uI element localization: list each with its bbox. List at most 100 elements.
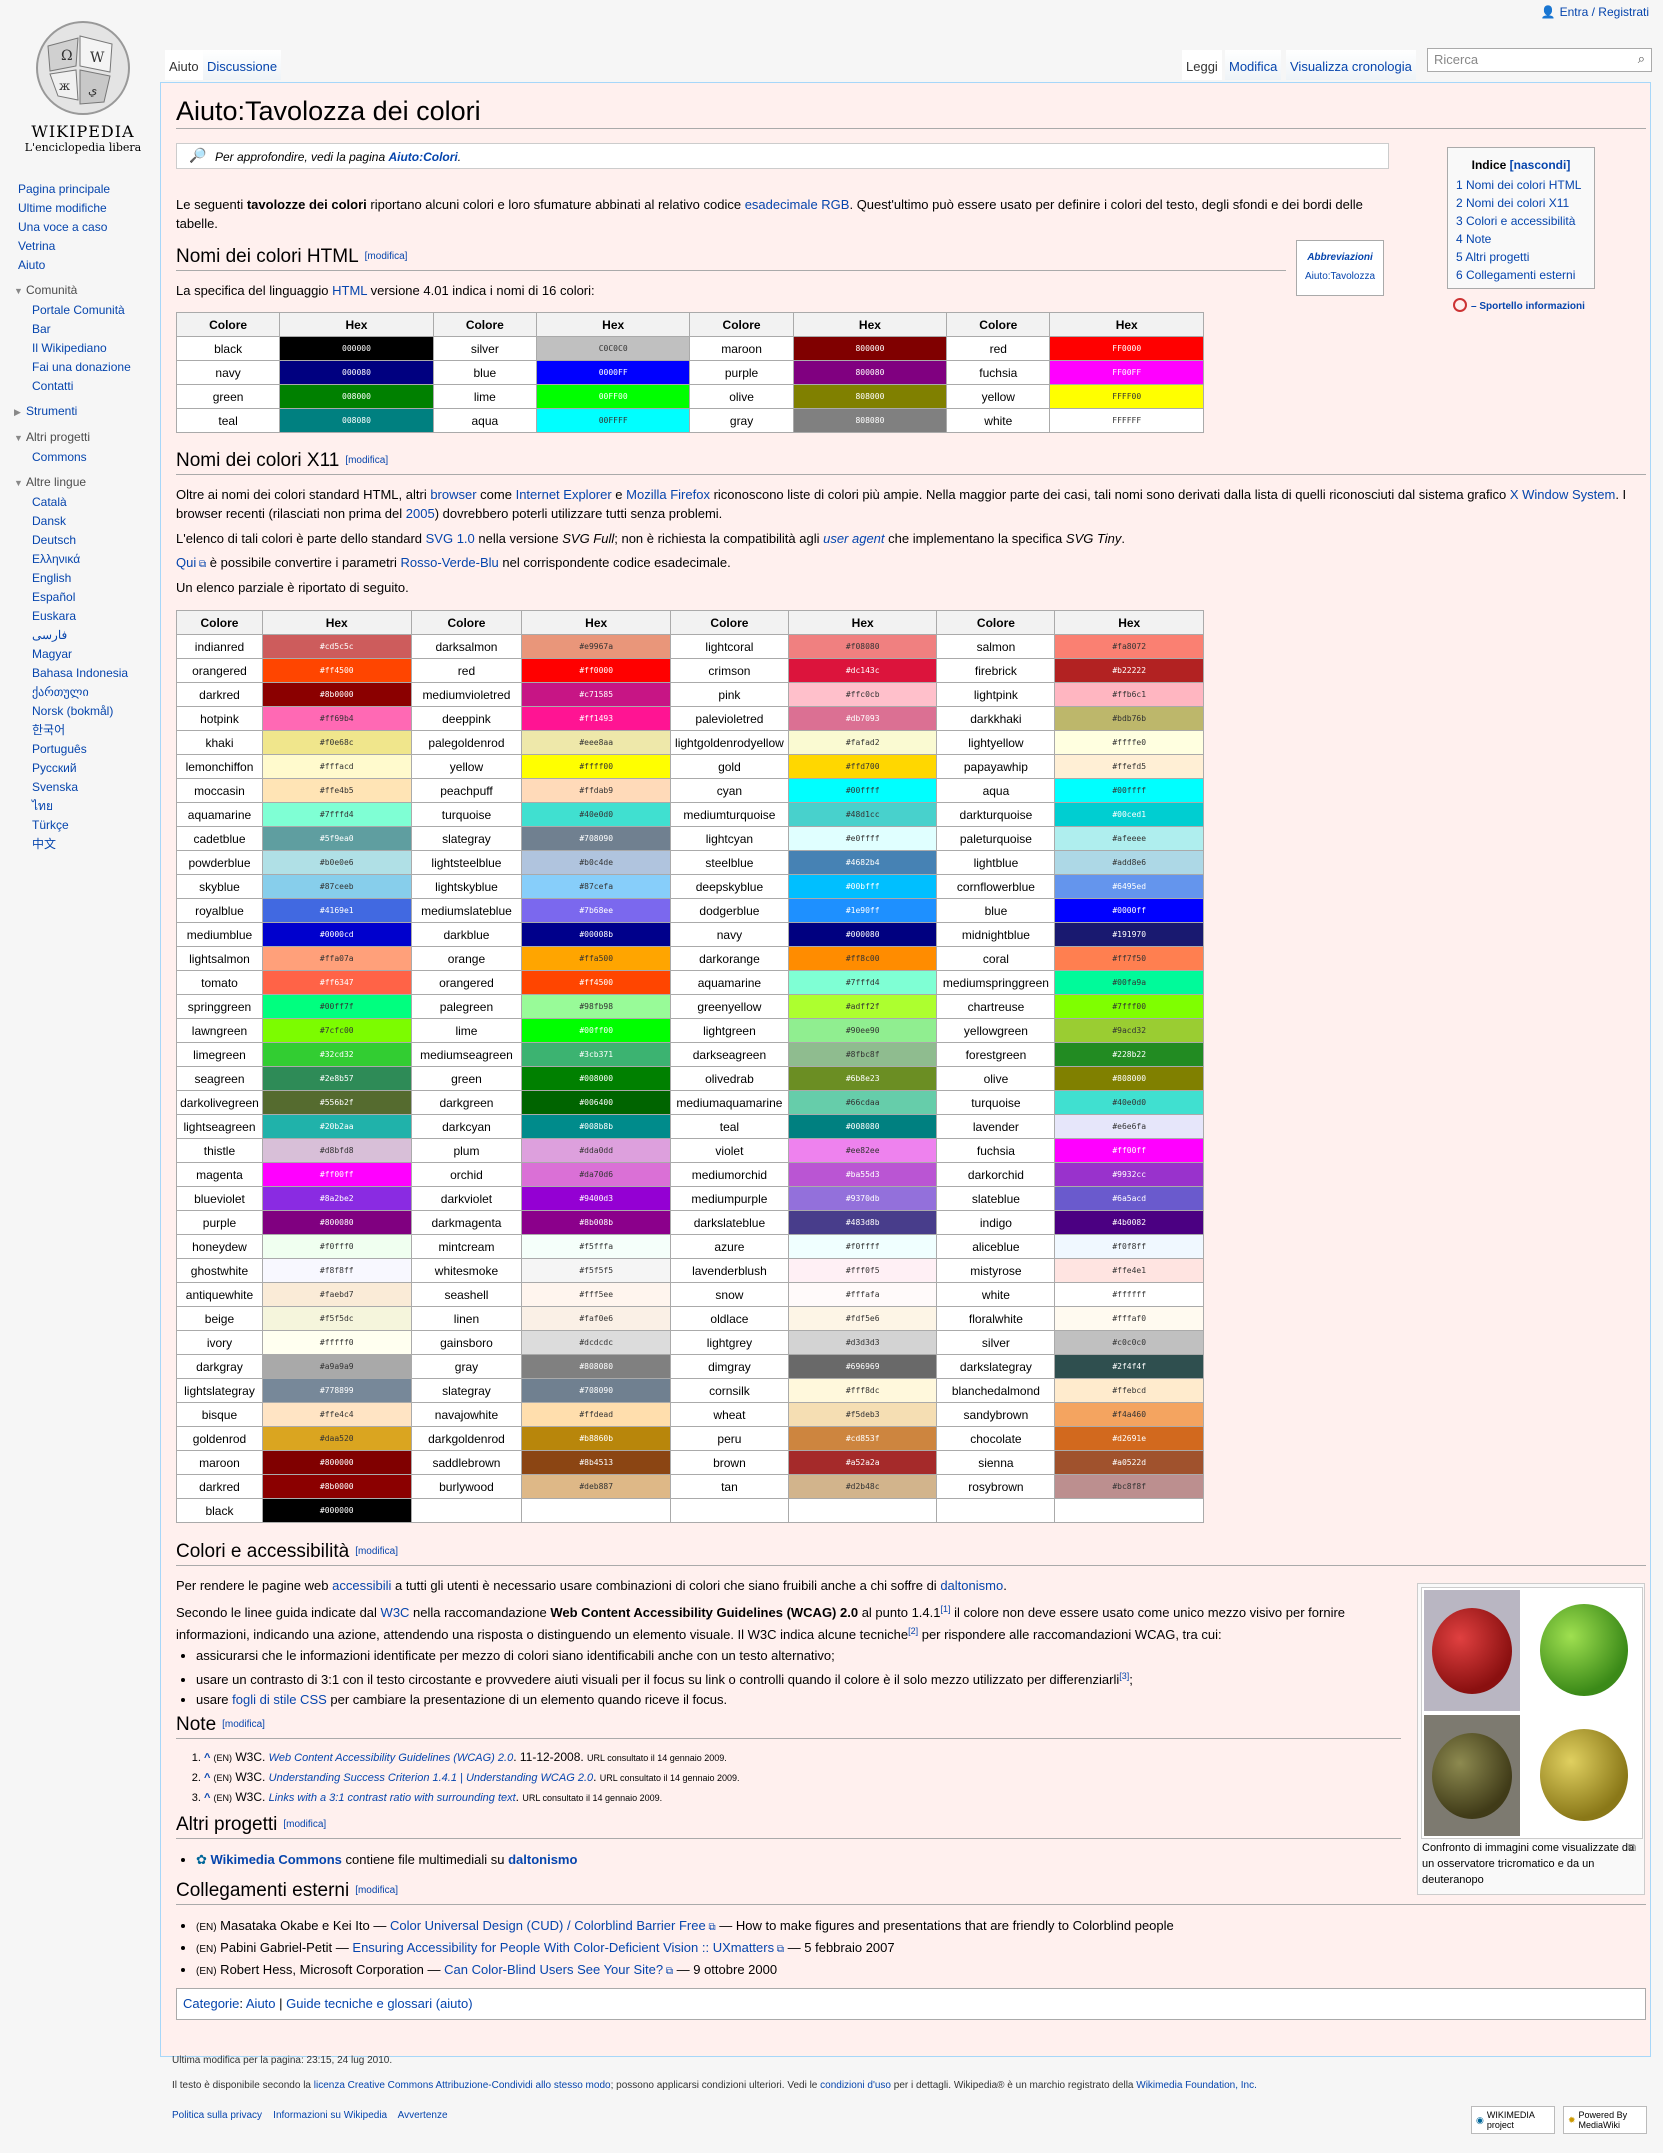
language-link[interactable]: Dansk (32, 514, 66, 528)
external-link[interactable]: Color Universal Design (CUD) / Colorblin… (390, 1918, 706, 1933)
daltonism-commons-link[interactable]: daltonismo (508, 1852, 577, 1867)
toc-item[interactable]: 4 Note (1456, 232, 1491, 246)
sidebar-link[interactable]: Contatti (32, 379, 73, 393)
abbr-title[interactable]: Abbreviazioni (1297, 251, 1383, 265)
edit-link[interactable]: [modifica] (222, 1719, 265, 1730)
help-desk-link[interactable]: – Sportello informazioni (1453, 298, 1585, 312)
about-link[interactable]: Informazioni su Wikipedia (273, 2110, 387, 2121)
privacy-link[interactable]: Politica sulla privacy (172, 2110, 262, 2121)
language-link[interactable]: Magyar (32, 647, 72, 661)
external-link[interactable]: Can Color-Blind Users See Your Site? (444, 1962, 663, 1977)
xwindow-link[interactable]: X Window System (1510, 487, 1615, 502)
sidebar-link[interactable]: Fai una donazione (32, 360, 131, 374)
mediawiki-badge[interactable]: ✹ Powered By MediaWiki (1563, 2106, 1647, 2134)
commons-link[interactable]: Wikimedia Commons (211, 1852, 342, 1867)
category-link[interactable]: Guide tecniche e glossari (aiuto) (286, 1996, 472, 2011)
search-icon[interactable]: ⌕ (1638, 51, 1645, 67)
year-link[interactable]: 2005 (406, 506, 435, 521)
tab-modifica[interactable]: Modifica (1225, 50, 1282, 80)
accessible-link[interactable]: accessibili (332, 1578, 391, 1593)
sidebar-link[interactable]: Pagina principale (18, 182, 110, 196)
search-input[interactable]: Ricerca ⌕ (1427, 48, 1652, 72)
login-link[interactable]: Entra / Registrati (1560, 5, 1649, 19)
ie-link[interactable]: Internet Explorer (516, 487, 612, 502)
sidebar-link[interactable]: Vetrina (18, 239, 55, 253)
license-link[interactable]: licenza Creative Commons Attribuzione-Co… (314, 2080, 611, 2091)
language-link[interactable]: Türkçe (32, 818, 69, 832)
abbr-link[interactable]: Aiuto:Tavolozza (1305, 271, 1375, 282)
toc-toggle[interactable]: [nascondi] (1510, 158, 1571, 172)
edit-link[interactable]: [modifica] (365, 251, 408, 262)
note-link[interactable]: Aiuto:Colori (388, 150, 457, 164)
toc-item[interactable]: 2 Nomi dei colori X11 (1456, 196, 1569, 210)
language-link[interactable]: ქართული (32, 685, 89, 699)
wikimedia-badge[interactable]: ◉ WIKIMEDIA project (1471, 2106, 1555, 2134)
category-link[interactable]: Aiuto (246, 1996, 276, 2011)
reference-link[interactable]: Web Content Accessibility Guidelines (WC… (269, 1752, 514, 1764)
tab-cronologia[interactable]: Visualizza cronologia (1286, 50, 1416, 80)
tab-leggi[interactable]: Leggi (1182, 50, 1222, 80)
useragent-link[interactable]: user agent (823, 531, 884, 546)
tab-discussione[interactable]: Discussione (203, 50, 282, 80)
toc-item[interactable]: 1 Nomi dei colori HTML (1456, 178, 1581, 192)
language-link[interactable]: ไทย (32, 799, 53, 813)
intro-link[interactable]: esadecimale RGB (745, 197, 850, 212)
language-link[interactable]: Deutsch (32, 533, 76, 547)
edit-link[interactable]: [modifica] (355, 1885, 398, 1896)
language-link[interactable]: Svenska (32, 780, 78, 794)
sidebar-item[interactable]: Pagina principale (18, 180, 154, 199)
edit-link[interactable]: [modifica] (355, 1546, 398, 1557)
language-link[interactable]: Bahasa Indonesia (32, 666, 128, 680)
language-link[interactable]: Português (32, 742, 87, 756)
sidebar-link[interactable]: Aiuto (18, 258, 45, 272)
sidebar-item[interactable]: Ultime modifiche (18, 199, 154, 218)
reference-link[interactable]: Links with a 3:1 contrast ratio with sur… (269, 1792, 516, 1804)
language-link[interactable]: 한국어 (32, 723, 65, 737)
sidebar-link[interactable]: Il Wikipediano (32, 341, 107, 355)
sidebar-item[interactable]: Una voce a caso (18, 218, 154, 237)
firefox-link[interactable]: Mozilla Firefox (626, 487, 710, 502)
toc-item[interactable]: 3 Colori e accessibilità (1456, 214, 1575, 228)
rgb-link[interactable]: Rosso-Verde-Blu (401, 555, 499, 570)
browser-link[interactable]: browser (430, 487, 476, 502)
converter-link[interactable]: Qui (176, 555, 196, 570)
categories-link[interactable]: Categorie (183, 1996, 239, 2011)
heading-label[interactable]: Strumenti (26, 404, 77, 418)
language-link[interactable]: Norsk (bokmål) (32, 704, 113, 718)
language-link[interactable]: Català (32, 495, 67, 509)
external-link[interactable]: Ensuring Accessibility for People With C… (352, 1940, 774, 1955)
wmf-link[interactable]: Wikimedia Foundation, Inc. (1136, 2080, 1257, 2091)
sidebar-heading-tools[interactable]: ▶ Strumenti (14, 402, 154, 422)
toc-item[interactable]: 5 Altri progetti (1456, 250, 1529, 264)
reference-link[interactable]: Understanding Success Criterion 1.4.1 | … (269, 1772, 593, 1784)
sidebar-heading-languages[interactable]: ▼ Altre lingue (14, 473, 154, 493)
wikipedia-logo[interactable]: Ω W ж ي WIKIPEDIA L'enciclopedia libera (18, 12, 148, 162)
tab-aiuto[interactable]: Aiuto (165, 50, 203, 80)
terms-link[interactable]: condizioni d'uso (820, 2080, 891, 2091)
toc-item[interactable]: 6 Collegamenti esterni (1456, 268, 1575, 282)
sidebar-heading-community[interactable]: ▼ Comunità (14, 281, 154, 301)
w3c-link[interactable]: W3C (381, 1605, 410, 1620)
svg-link[interactable]: SVG 1.0 (426, 531, 475, 546)
edit-link[interactable]: [modifica] (283, 1819, 326, 1830)
edit-link[interactable]: [modifica] (345, 455, 388, 466)
sidebar-item[interactable]: Vetrina (18, 237, 154, 256)
language-link[interactable]: فارسی (32, 628, 67, 642)
language-link[interactable]: Русский (32, 761, 77, 775)
thumbnail-image[interactable] (1421, 1587, 1643, 1839)
html-link[interactable]: HTML (332, 283, 367, 298)
sidebar-heading-projects[interactable]: ▼ Altri progetti (14, 428, 154, 448)
language-link[interactable]: 中文 (32, 837, 56, 851)
daltonism-link[interactable]: daltonismo (940, 1578, 1003, 1593)
css-link[interactable]: fogli di stile CSS (232, 1692, 327, 1707)
disclaimer-link[interactable]: Avvertenze (398, 2110, 448, 2121)
sidebar-link[interactable]: Commons (32, 450, 87, 464)
sidebar-item[interactable]: Aiuto (18, 256, 154, 275)
sidebar-link[interactable]: Bar (32, 322, 51, 336)
language-link[interactable]: Ελληνικά (32, 552, 80, 566)
language-link[interactable]: English (32, 571, 71, 585)
sidebar-link[interactable]: Portale Comunità (32, 303, 125, 317)
language-link[interactable]: Euskara (32, 609, 76, 623)
language-link[interactable]: Español (32, 590, 75, 604)
enlarge-icon[interactable]: ⧉ (1628, 1842, 1636, 1855)
